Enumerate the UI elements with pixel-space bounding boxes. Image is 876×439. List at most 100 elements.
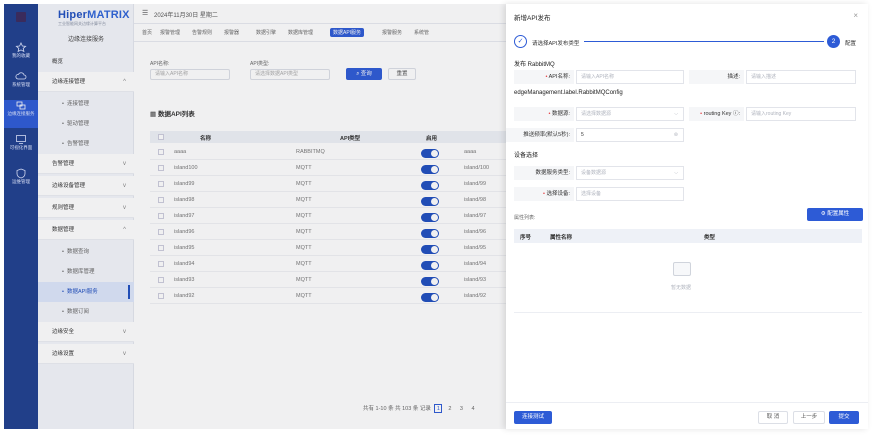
chevron-down-icon: v (123, 205, 126, 211)
row-type: MQTT (296, 293, 312, 299)
rail-item-edge[interactable]: 边缘连接服务 (4, 100, 38, 128)
row-checkbox[interactable] (158, 277, 164, 283)
cancel-button[interactable]: 取 消 (758, 411, 788, 424)
enabled-toggle[interactable] (421, 293, 439, 302)
row-type: RABBITMQ (296, 149, 325, 155)
pager-summary: 共有 1-10 条 共 103 条 记录 (363, 406, 431, 412)
table-row[interactable]: island96 MQTT island/96 (150, 225, 506, 240)
enabled-toggle[interactable] (421, 181, 439, 190)
datasource-label: • 数据源: (514, 107, 574, 121)
sidebar-group-security[interactable]: 边缘安全 v (38, 322, 134, 342)
api-name-label: • API名称: (514, 70, 574, 84)
tab-alarm-rules[interactable]: 告警规则 (192, 29, 212, 36)
api-name-filter-label: API名称: (150, 61, 170, 67)
tab-alarm-manage[interactable]: 报警管理 (160, 29, 180, 36)
api-name-filter-input[interactable]: 请输入API名称 (150, 69, 230, 80)
sidebar-item-connection[interactable]: 连接管理 (38, 94, 134, 114)
service-type-select[interactable]: 设备数据源 ⌵ (576, 166, 684, 180)
help-icon[interactable]: ⓘ: (731, 111, 740, 117)
test-connection-button[interactable]: 连接测试 (514, 411, 552, 424)
table-row[interactable]: island98 MQTT island/98 (150, 193, 506, 208)
push-frequency-field[interactable]: 5 ⊜ (576, 128, 684, 142)
row-checkbox[interactable] (158, 181, 164, 187)
sidebar-item-data-api[interactable]: 数据API服务 (38, 282, 134, 302)
row-checkbox[interactable] (158, 293, 164, 299)
rail-item-system[interactable]: 系统管理 (4, 71, 38, 99)
enabled-toggle[interactable] (421, 229, 439, 238)
sidebar-group-device[interactable]: 边缘设备管理 v (38, 176, 134, 196)
tab-system[interactable]: 系统管 (414, 29, 429, 36)
select-all-checkbox[interactable] (158, 134, 164, 140)
rail-item-favorites[interactable]: 我的收藏 (4, 42, 38, 70)
sidebar-item-alarm[interactable]: 告警管理 (38, 134, 134, 154)
row-checkbox[interactable] (158, 165, 164, 171)
enabled-toggle[interactable] (421, 197, 439, 206)
row-checkbox[interactable] (158, 245, 164, 251)
submit-button[interactable]: 提交 (829, 411, 859, 424)
row-checkbox[interactable] (158, 149, 164, 155)
api-type-filter-select[interactable]: 请选择数据API类型 (250, 69, 330, 80)
column-attribute-name: 属性名称 (550, 235, 573, 241)
tab-db-manage[interactable]: 数据库管理 (288, 29, 313, 36)
sidebar-item-data-query[interactable]: 数据查询 (38, 242, 134, 262)
enabled-toggle[interactable] (421, 213, 439, 222)
sidebar-group-settings[interactable]: 边缘设置 v (38, 344, 134, 364)
table-row[interactable]: island97 MQTT island/97 (150, 209, 506, 224)
configure-attributes-button[interactable]: ⚙ 配置属性 (807, 208, 863, 221)
row-checkbox[interactable] (158, 261, 164, 267)
table-row[interactable]: island93 MQTT island/93 (150, 273, 506, 288)
table-row[interactable]: island92 MQTT island/92 (150, 289, 506, 304)
enabled-toggle[interactable] (421, 165, 439, 174)
table-row[interactable]: aaaa RABBITMQ aaaa (150, 145, 506, 160)
logo-icon (16, 12, 26, 22)
enabled-toggle[interactable] (421, 261, 439, 270)
table-row[interactable]: island99 MQTT island/99 (150, 177, 506, 192)
tab-data-api[interactable]: 数据API服务 (330, 28, 365, 37)
datasource-select[interactable]: 请选择数据源 ⌵ (576, 107, 684, 121)
chevron-down-icon: v (123, 183, 126, 189)
tab-home[interactable]: 首页 (142, 29, 152, 36)
sidebar-group-data[interactable]: 数据管理 ^ (38, 220, 134, 240)
device-select[interactable]: 选择设备 (576, 187, 684, 201)
chevron-up-icon: ^ (123, 79, 126, 85)
stepper-icon[interactable]: ⊜ (674, 129, 678, 141)
chevron-down-icon: ⌵ (674, 170, 678, 176)
sidebar-item-overview[interactable]: 概览 (38, 52, 134, 72)
table-row[interactable]: island100 MQTT island/100 (150, 161, 506, 176)
enabled-toggle[interactable] (421, 149, 439, 158)
rail-item-ops[interactable]: 运维管理 (4, 168, 38, 196)
page-1[interactable]: 1 (434, 404, 443, 413)
routing-key-field[interactable]: 请输入routing Key (746, 107, 856, 121)
rail-item-visual[interactable]: 可视化界面 (4, 134, 38, 162)
sidebar-item-db-manage[interactable]: 数据库管理 (38, 262, 134, 282)
tab-data-engine[interactable]: 数据引擎 (256, 29, 276, 36)
search-button[interactable]: ⌕ 查询 (346, 68, 382, 80)
table-row[interactable]: island95 MQTT island/95 (150, 241, 506, 256)
sidebar-group-edge-connection[interactable]: 边缘连接管理 ^ (38, 72, 134, 92)
monitor-icon (16, 135, 26, 144)
tab-alarmer[interactable]: 报警器 (224, 29, 239, 36)
sidebar-item-driver[interactable]: 驱动管理 (38, 114, 134, 134)
page-2[interactable]: 2 (446, 405, 454, 414)
previous-step-button[interactable]: 上一步 (793, 411, 825, 424)
enabled-toggle[interactable] (421, 245, 439, 254)
device-label: • 选择设备: (514, 187, 574, 201)
sidebar-group-alarm[interactable]: 告警管理 v (38, 154, 134, 174)
description-field[interactable]: 请输入描述 (746, 70, 856, 84)
row-type: MQTT (296, 165, 312, 171)
menu-toggle-icon[interactable]: ☰ (142, 9, 148, 17)
sidebar-group-rules[interactable]: 规则管理 v (38, 198, 134, 218)
row-checkbox[interactable] (158, 229, 164, 235)
close-icon[interactable]: × (853, 11, 858, 20)
sidebar-item-data-subscribe[interactable]: 数据订阅 (38, 302, 134, 322)
tab-alarm-service[interactable]: 报警服务 (382, 29, 402, 36)
device-section-title: 设备选择 (514, 153, 539, 159)
enabled-toggle[interactable] (421, 277, 439, 286)
page-3[interactable]: 3 (457, 405, 465, 414)
page-4[interactable]: 4 (469, 405, 477, 414)
api-name-field[interactable]: 请输入API名称 (576, 70, 684, 84)
row-checkbox[interactable] (158, 213, 164, 219)
row-checkbox[interactable] (158, 197, 164, 203)
table-row[interactable]: island94 MQTT island/94 (150, 257, 506, 272)
reset-button[interactable]: 重置 (388, 68, 416, 80)
